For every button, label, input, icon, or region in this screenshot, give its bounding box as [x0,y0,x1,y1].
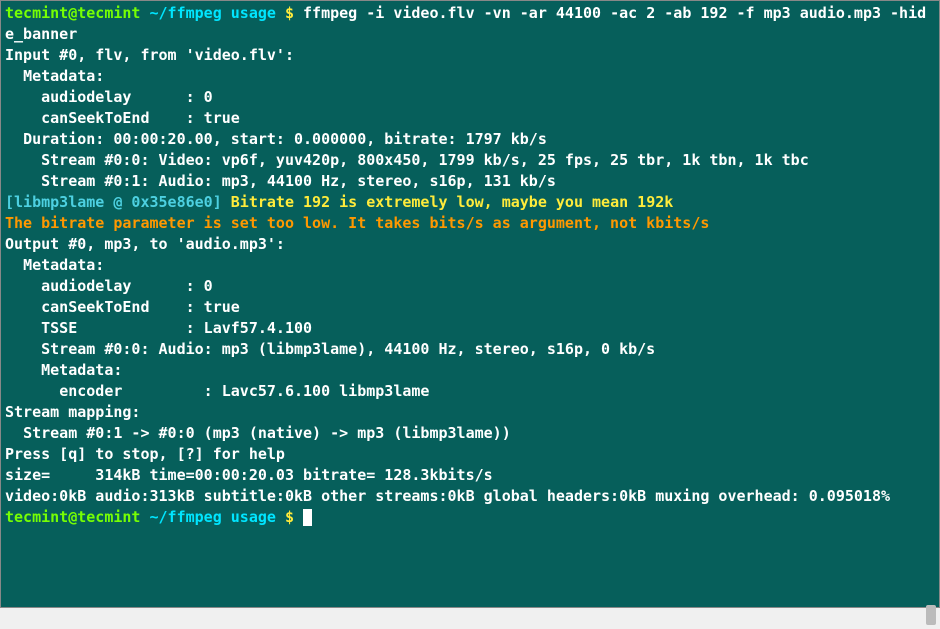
output-line: Stream #0:1 -> #0:0 (mp3 (native) -> mp3… [5,424,511,442]
output-line: Input #0, flv, from 'video.flv': [5,46,294,64]
prompt-user-host: tecmint@tecmint [5,508,140,526]
output-line: size= 314kB time=00:00:20.03 bitrate= 12… [5,466,493,484]
terminal-window[interactable]: tecmint@tecmint ~/ffmpeg usage $ ffmpeg … [0,0,940,608]
output-line: encoder : Lavc57.6.100 libmp3lame [5,382,429,400]
prompt-symbol: $ [285,4,294,22]
prompt-symbol: $ [285,508,294,526]
output-line: Output #0, mp3, to 'audio.mp3': [5,235,285,253]
libmp3lame-msg: Bitrate 192 is extremely low, maybe you … [222,193,674,211]
output-line: TSSE : Lavf57.4.100 [5,319,312,337]
output-line: Metadata: [5,256,104,274]
output-line: audiodelay : 0 [5,88,213,106]
output-line: canSeekToEnd : true [5,109,240,127]
scrollbar-thumb[interactable] [926,605,936,625]
output-line: Press [q] to stop, [?] for help [5,445,285,463]
output-line: Stream mapping: [5,403,140,421]
output-line: Metadata: [5,361,122,379]
output-line: audiodelay : 0 [5,277,213,295]
prompt-path: ~/ffmpeg usage [150,4,276,22]
bitrate-warning: The bitrate parameter is set too low. It… [5,214,709,232]
output-line: Duration: 00:00:20.00, start: 0.000000, … [5,130,547,148]
output-line: video:0kB audio:313kB subtitle:0kB other… [5,487,890,505]
cursor [303,509,312,526]
output-line: Stream #0:0: Audio: mp3 (libmp3lame), 44… [5,340,655,358]
output-line: canSeekToEnd : true [5,298,240,316]
output-line: Metadata: [5,67,104,85]
libmp3lame-tag: [libmp3lame @ 0x35e86e0] [5,193,222,211]
prompt-path: ~/ffmpeg usage [150,508,276,526]
prompt-user-host: tecmint@tecmint [5,4,140,22]
output-line: Stream #0:0: Video: vp6f, yuv420p, 800x4… [5,151,809,169]
command-text: ffmpeg -i video.flv -vn -ar 44100 -ac 2 … [5,4,926,43]
output-line: Stream #0:1: Audio: mp3, 44100 Hz, stere… [5,172,556,190]
